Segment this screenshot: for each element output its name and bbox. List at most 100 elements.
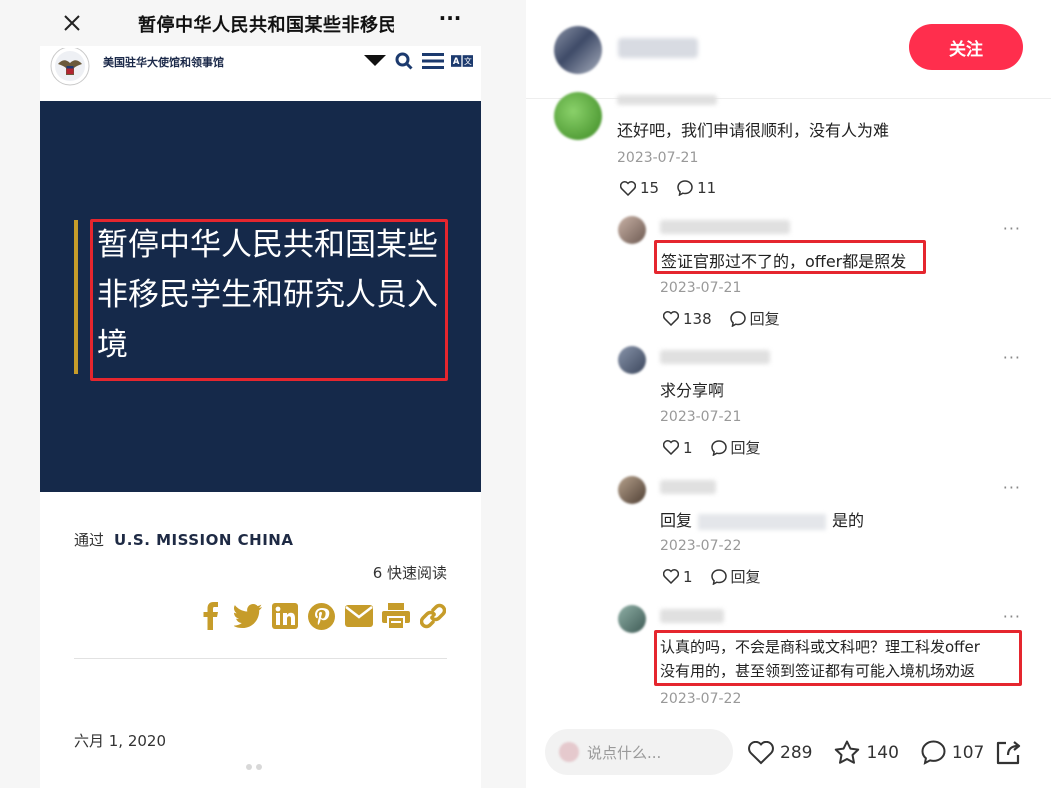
share-twitter-button[interactable] bbox=[233, 601, 262, 631]
more-options-button[interactable]: ··· bbox=[436, 8, 464, 36]
author-avatar[interactable] bbox=[554, 26, 602, 74]
comment-more-button[interactable]: ··· bbox=[1003, 219, 1021, 238]
print-button[interactable] bbox=[381, 601, 410, 631]
search-button[interactable] bbox=[393, 51, 415, 71]
like-button[interactable]: 15 bbox=[620, 179, 659, 197]
bottom-action-bar: 说点什么... 289 140 107 bbox=[526, 710, 1051, 788]
author-name-blurred[interactable] bbox=[618, 38, 698, 58]
like-button[interactable]: 1 bbox=[663, 568, 693, 586]
share-pinterest-button[interactable] bbox=[307, 601, 336, 631]
webview-title: 暂停中华人民共和国某些非移民学生和研究人员入境 bbox=[138, 15, 394, 35]
comment-more-button[interactable]: ··· bbox=[1003, 348, 1021, 367]
twitter-icon bbox=[233, 604, 262, 628]
comment-date: 2023-07-22 bbox=[660, 538, 742, 554]
byline: 通过 U.S. MISSION CHINA bbox=[74, 529, 293, 550]
dropdown-button[interactable] bbox=[364, 51, 386, 71]
reply-button[interactable]: 回复 bbox=[729, 308, 780, 329]
comment-author-blurred[interactable] bbox=[660, 480, 716, 494]
heart-icon bbox=[663, 569, 679, 584]
like-count: 1 bbox=[683, 438, 693, 457]
read-time: 6 快速阅读 bbox=[372, 564, 447, 582]
comment-more-button[interactable]: ··· bbox=[1003, 478, 1021, 497]
print-icon bbox=[381, 603, 410, 629]
comment-input[interactable]: 说点什么... bbox=[545, 729, 733, 775]
reply-button[interactable]: 回复 bbox=[710, 437, 761, 458]
post-like-count: 289 bbox=[780, 742, 813, 763]
close-icon bbox=[64, 15, 80, 31]
embassy-page: 美国驻华大使馆和领事馆 A 文 暂停中华人民共和国某些非移民学生和研究人员入境 … bbox=[40, 46, 481, 788]
reply-label: 回复 bbox=[749, 310, 780, 328]
link-icon bbox=[419, 603, 446, 629]
post-like-button[interactable]: 289 bbox=[748, 740, 813, 765]
mention-blurred[interactable] bbox=[698, 513, 827, 530]
comment-actions: 1 回复 bbox=[663, 437, 779, 458]
share-row bbox=[196, 601, 447, 631]
reply-button[interactable]: 11 bbox=[677, 179, 716, 197]
page-indicator bbox=[246, 764, 262, 770]
comment-author-blurred[interactable] bbox=[660, 609, 724, 623]
svg-text:A: A bbox=[453, 56, 460, 66]
webview-pane: 暂停中华人民共和国某些非移民学生和研究人员入境 ··· 美国驻华大使馆和领事馆 bbox=[0, 0, 526, 788]
hero-accent-bar bbox=[74, 220, 78, 374]
comment-avatar[interactable] bbox=[618, 216, 646, 244]
star-icon bbox=[835, 740, 860, 764]
share-icon[interactable] bbox=[994, 739, 1022, 767]
comment-author-blurred[interactable] bbox=[617, 95, 717, 105]
caret-down-icon bbox=[364, 55, 386, 66]
highlight-box bbox=[90, 219, 448, 381]
comment-author-blurred[interactable] bbox=[660, 220, 790, 234]
close-button[interactable] bbox=[58, 9, 86, 37]
share-linkedin-button[interactable] bbox=[270, 601, 299, 631]
copy-link-button[interactable] bbox=[418, 601, 447, 631]
reply-count: 11 bbox=[697, 179, 717, 197]
post-favorite-button[interactable]: 140 bbox=[834, 740, 899, 765]
heart-icon bbox=[663, 440, 679, 455]
post-stats: 289 140 107 bbox=[748, 740, 1006, 765]
webview-header: 暂停中华人民共和国某些非移民学生和研究人员入境 ··· bbox=[0, 0, 526, 46]
svg-text:文: 文 bbox=[464, 56, 472, 66]
byline-label: 通过 bbox=[74, 531, 105, 549]
site-nav: A 文 bbox=[364, 51, 473, 71]
translate-icon: A 文 bbox=[451, 55, 473, 67]
comment-date: 2023-07-21 bbox=[660, 280, 742, 296]
hero-banner: 暂停中华人民共和国某些非移民学生和研究人员入境 bbox=[40, 101, 481, 492]
comment-date: 2023-07-21 bbox=[660, 409, 742, 425]
menu-button[interactable] bbox=[422, 51, 444, 71]
search-icon bbox=[395, 52, 413, 70]
mail-icon bbox=[344, 605, 373, 627]
like-count: 1 bbox=[683, 567, 693, 586]
comment-avatar[interactable] bbox=[618, 605, 646, 633]
comment-author-blurred[interactable] bbox=[660, 350, 770, 364]
reply-button[interactable]: 回复 bbox=[710, 566, 761, 587]
like-button[interactable]: 1 bbox=[663, 439, 693, 457]
comment-bubble-icon bbox=[710, 439, 727, 456]
follow-button[interactable]: 关注 bbox=[909, 24, 1023, 70]
highlight-box bbox=[654, 630, 1022, 686]
like-button[interactable]: 138 bbox=[663, 310, 712, 328]
comment-avatar[interactable] bbox=[554, 92, 602, 140]
post-comment-button[interactable]: 107 bbox=[921, 740, 984, 765]
byline-org[interactable]: U.S. MISSION CHINA bbox=[114, 531, 293, 549]
comment-avatar[interactable] bbox=[618, 346, 646, 374]
reply-prefix: 回复 bbox=[660, 511, 693, 530]
share-email-button[interactable] bbox=[344, 601, 373, 631]
comment-actions: 138 回复 bbox=[663, 308, 798, 329]
comment-date: 2023-07-21 bbox=[617, 150, 699, 166]
comment-bubble-icon bbox=[710, 568, 727, 585]
divider bbox=[526, 98, 1051, 99]
like-count: 15 bbox=[640, 179, 660, 197]
comment-avatar[interactable] bbox=[618, 476, 646, 504]
heart-icon bbox=[663, 311, 679, 326]
translate-button[interactable]: A 文 bbox=[451, 51, 473, 71]
heart-icon bbox=[620, 180, 636, 196]
publish-date: 六月 1, 2020 bbox=[74, 732, 167, 750]
reply-label: 回复 bbox=[730, 568, 761, 586]
comments-panel: 关注 还好吧，我们申请很顺利，没有人为难 2023-07-21 15 11 ··… bbox=[526, 0, 1051, 788]
comment-more-button[interactable]: ··· bbox=[1003, 607, 1021, 626]
comment-input-placeholder: 说点什么... bbox=[587, 743, 662, 762]
comment-bubble-icon bbox=[729, 310, 746, 327]
post-favorite-count: 140 bbox=[866, 742, 899, 763]
share-facebook-button[interactable] bbox=[196, 601, 225, 631]
embassy-seal-logo bbox=[50, 48, 90, 86]
comment-actions: 15 11 bbox=[620, 179, 734, 197]
